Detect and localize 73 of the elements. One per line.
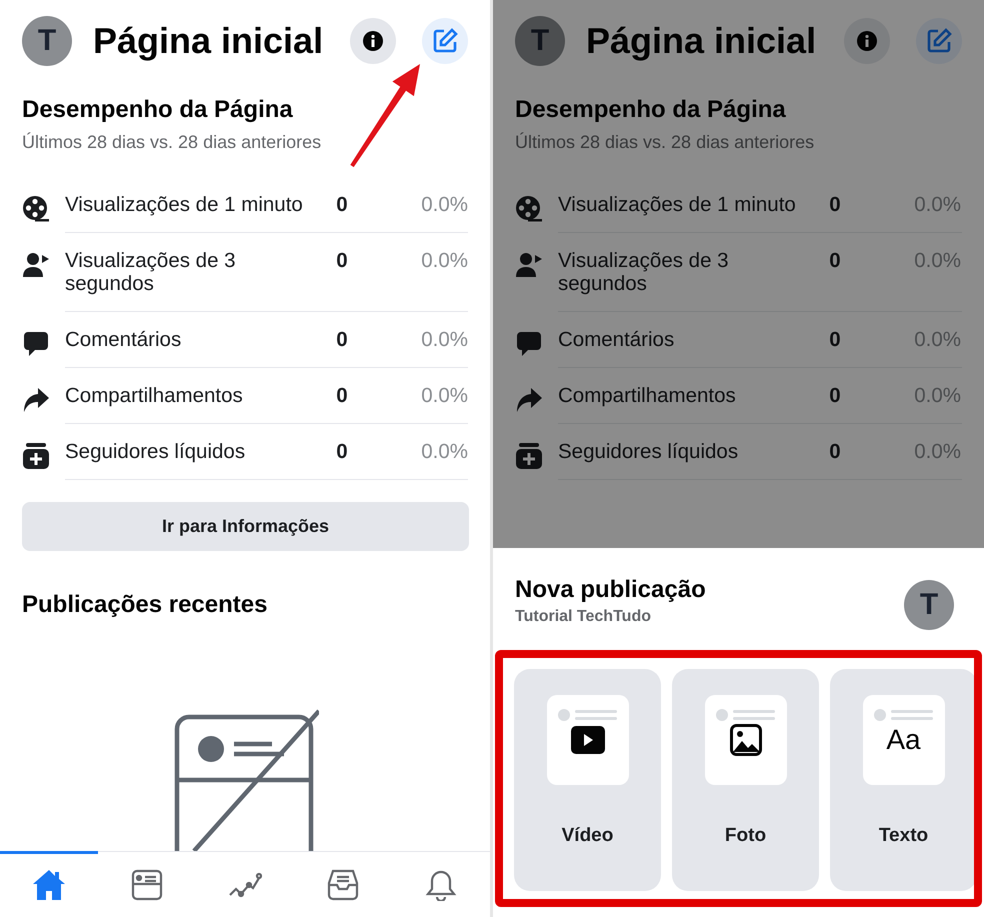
create-post-button[interactable] [916,18,962,64]
metric-label: Comentários [558,328,676,351]
person-play-icon [22,251,50,279]
metric-label: Compartilhamentos [65,384,244,407]
insights-button[interactable]: Ir para Informações [22,502,469,551]
add-follower-icon [22,442,50,470]
metric-value: 0 [335,384,349,407]
text-style-icon: Aa [886,724,921,756]
section-subtitle: Últimos 28 dias vs. 28 dias anteriores [22,132,322,153]
film-reel-icon [22,195,50,223]
section-title: Desempenho da Página [515,96,787,124]
film-reel-icon [515,195,543,223]
bell-icon [425,869,457,902]
metric-value: 0 [335,440,349,463]
image-icon [730,724,762,756]
metric-value: 0 [828,384,842,407]
metric-change: 0.0% [913,193,961,216]
metric-change: 0.0% [420,193,468,216]
create-post-button[interactable] [422,18,468,64]
post-skeleton-icon [556,708,618,722]
avatar: T [904,580,954,630]
info-icon [856,30,878,52]
info-icon [362,30,384,52]
post-type-option[interactable]: Aa Texto [830,669,974,891]
info-button[interactable] [350,18,396,64]
metric-label: Seguidores líquidos [558,440,740,463]
metric-change: 0.0% [913,328,961,351]
metric-change: 0.0% [913,384,961,407]
edit-icon [926,28,952,54]
section-title: Publicações recentes [22,591,268,619]
metric-label: Visualizações de 1 minuto [558,193,797,216]
metric-value: 0 [828,440,842,463]
metric-label: Seguidores líquidos [65,440,246,463]
avatar[interactable]: T [22,16,72,66]
page-title: Página inicial [93,20,324,62]
play-video-icon [570,726,604,754]
metric-change: 0.0% [420,328,468,351]
metric-label: Visualizações de 3 segundos [65,249,237,295]
metric-change: 0.0% [420,249,468,274]
metric-value: 0 [335,193,349,216]
metric-value: 0 [828,328,842,351]
comment-icon [22,330,50,358]
metric-change: 0.0% [420,440,468,463]
metric-label: Visualizações de 3 segundos [558,249,730,295]
metric-label: Visualizações de 1 minuto [65,193,304,216]
feed-card-icon [131,869,163,902]
share-arrow-icon [515,386,543,414]
metric-value: 0 [335,328,349,351]
post-type-option[interactable]: Foto [672,669,819,891]
metric-value: 0 [828,193,842,216]
post-skeleton-icon [714,708,776,722]
info-button[interactable] [844,18,890,64]
sheet-title: Nova publicação [515,576,707,604]
add-follower-icon [515,442,543,470]
home-icon [32,869,66,902]
person-play-icon [515,251,543,279]
metric-change: 0.0% [913,249,961,274]
post-type-option[interactable]: Vídeo [514,669,661,891]
section-subtitle: Últimos 28 dias vs. 28 dias anteriores [515,132,816,153]
sheet-subtitle: Tutorial TechTudo [515,608,652,626]
comment-icon [515,330,543,358]
metric-change: 0.0% [420,384,468,407]
page-title: Página inicial [586,20,818,62]
metric-label: Compartilhamentos [558,384,737,407]
post-skeleton-icon [872,708,934,722]
inbox-tray-icon [327,869,359,902]
section-title: Desempenho da Página [22,96,294,124]
metric-value: 0 [828,249,842,274]
edit-icon [432,28,458,54]
share-arrow-icon [22,386,50,414]
metric-value: 0 [335,249,349,274]
metric-change: 0.0% [913,440,961,463]
metric-label: Comentários [65,328,182,351]
